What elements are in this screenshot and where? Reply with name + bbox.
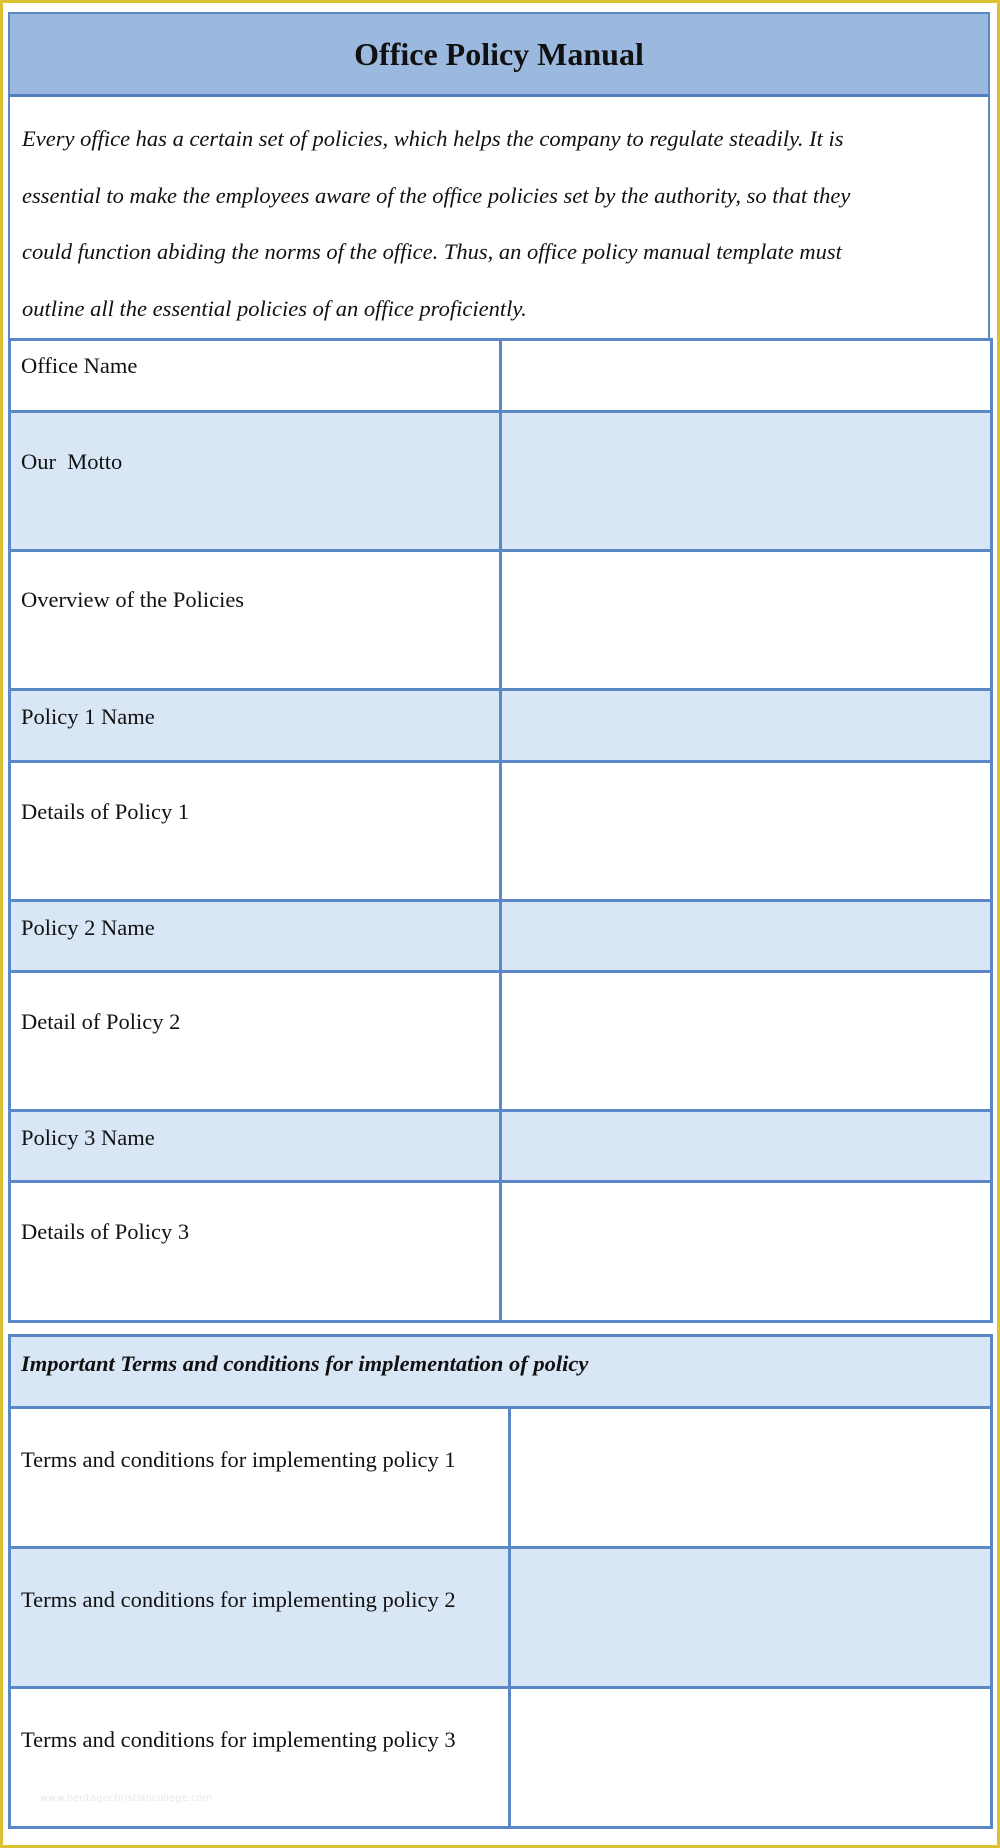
field-policy-1-details[interactable] [499, 760, 993, 902]
terms-header-row: Important Terms and conditions for imple… [7, 1334, 994, 1409]
intro-line: outline all the essential policies of an… [22, 295, 527, 321]
intro-box: Every office has a certain set of polici… [8, 97, 990, 340]
field-terms-1[interactable] [507, 1406, 994, 1549]
field-terms-3[interactable] [507, 1686, 994, 1829]
row-label-terms-2: Terms and conditions for implementing po… [21, 1587, 456, 1612]
field-policy-1-name[interactable] [499, 688, 993, 763]
field-policy-2-details[interactable] [499, 970, 993, 1112]
field-policy-3-name[interactable] [499, 1109, 993, 1183]
terms-header: Important Terms and conditions for imple… [21, 1351, 589, 1376]
table-row: Overview of the Policies [8, 549, 993, 691]
field-office-name[interactable] [499, 338, 993, 413]
row-label-policy-2-name: Policy 2 Name [21, 915, 155, 940]
table-row: Policy 3 Name [8, 1109, 993, 1183]
row-label-policy-2-details: Detail of Policy 2 [21, 1009, 181, 1034]
intro-line: could function abiding the norms of the … [22, 239, 842, 264]
table-row: Policy 2 Name [8, 899, 993, 973]
table-row: Terms and conditions for implementing po… [8, 1546, 994, 1689]
row-label-terms-1: Terms and conditions for implementing po… [21, 1447, 456, 1472]
terms-table: Important Terms and conditions for imple… [7, 1334, 994, 1829]
field-overview[interactable] [499, 549, 993, 691]
field-terms-2[interactable] [507, 1546, 994, 1689]
row-label-overview: Overview of the Policies [21, 587, 245, 612]
row-label-office-name: Office Name [21, 353, 138, 378]
intro-line: essential to make the employees aware of… [22, 182, 851, 208]
title-band: Office Policy Manual [8, 12, 990, 98]
table-row: Terms and conditions for implementing po… [8, 1686, 994, 1829]
table-row: Details of Policy 3 [8, 1180, 993, 1323]
table-row: Our Motto [8, 410, 993, 552]
table-row: Terms and conditions for implementing po… [8, 1406, 994, 1549]
policy-table: Office Name Our Motto Overview of the Po… [8, 338, 993, 1323]
table-row: Details of Policy 1 [8, 760, 993, 902]
field-policy-2-name[interactable] [499, 899, 993, 973]
row-label-motto: Our Motto [21, 449, 123, 474]
field-motto[interactable] [499, 410, 993, 552]
table-row: Policy 1 Name [8, 688, 993, 763]
document-title: Office Policy Manual [354, 35, 644, 72]
row-label-terms-3: Terms and conditions for implementing po… [21, 1727, 456, 1752]
row-label-policy-3-name: Policy 3 Name [21, 1125, 155, 1150]
intro-line: Every office has a certain set of polici… [22, 126, 844, 151]
table-row: Office Name [8, 338, 993, 413]
row-label-policy-3-details: Details of Policy 3 [21, 1219, 190, 1244]
watermark: www.heritagechristiancollege.com [40, 1793, 213, 1804]
table-row: Detail of Policy 2 [8, 970, 993, 1112]
field-policy-3-details[interactable] [499, 1180, 993, 1323]
row-label-policy-1-details: Details of Policy 1 [21, 799, 190, 824]
row-label-policy-1-name: Policy 1 Name [21, 704, 155, 729]
